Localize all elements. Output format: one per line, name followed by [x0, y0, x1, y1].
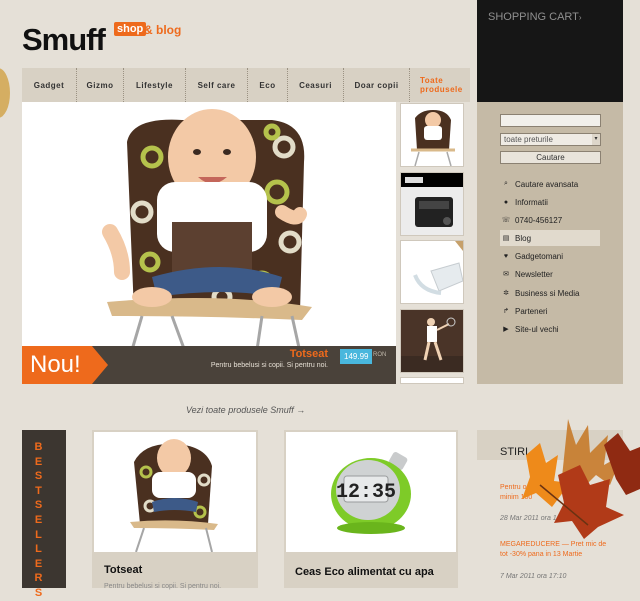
blog-icon: ▤: [502, 235, 510, 242]
featured-product-name[interactable]: Totseat: [240, 348, 328, 360]
featured-currency: RON: [373, 352, 387, 358]
product-card-image-totseat[interactable]: [94, 432, 256, 553]
sidebar-item-cautare-avansata[interactable]: ⌕ Cautare avansata: [500, 176, 600, 192]
sidebar-item-business-media[interactable]: ✲ Business si Media: [500, 285, 600, 301]
heart-icon: ♥: [503, 252, 509, 260]
shop-badge[interactable]: shop: [114, 22, 147, 36]
info-icon: ●: [503, 198, 509, 206]
search-input[interactable]: [500, 114, 601, 127]
all-products-link[interactable]: Vezi toate produsele Smuff →: [186, 405, 305, 415]
featured-product-description: Pentru bebelusi si copii. Si pentru noi.: [210, 362, 328, 369]
thumbnail-totseat[interactable]: [400, 103, 464, 167]
product-card-desc-totseat: Pentru bebelusi si copii. Si pentru noi.: [104, 583, 222, 590]
bestsellers-panel: [22, 430, 66, 588]
product-card-title-totseat[interactable]: Totseat: [104, 564, 142, 576]
new-badge: Nou!: [22, 346, 92, 384]
site-logo[interactable]: Smuff: [22, 22, 106, 58]
nav-item-eco[interactable]: Eco: [248, 68, 288, 102]
magnifier-icon: ⌕: [504, 180, 508, 187]
nav-item-ceasuri[interactable]: Ceasuri: [288, 68, 344, 102]
thumbnail-glass-splash[interactable]: [400, 240, 464, 304]
bestsellers-label: BESTSELLERS: [34, 441, 44, 599]
sidebar-item-informatii[interactable]: ● Informatii: [500, 194, 600, 210]
chevron-down-icon[interactable]: ▾: [592, 134, 600, 145]
autumn-leaves-decoration: [518, 415, 640, 545]
chevron-right-icon: ›: [578, 13, 582, 22]
sidebar-item-blog[interactable]: ▤ Blog: [500, 230, 600, 246]
sidebar-item-site-vechi[interactable]: ▶ Site-ul vechi: [500, 321, 600, 337]
thumbnail-gadget-black[interactable]: [400, 172, 464, 236]
nav-item-gadget[interactable]: Gadget: [22, 68, 77, 102]
news-date-2: 7 Mar 2011 ora 17:10: [500, 573, 567, 580]
featured-price-badge: 149.99: [340, 349, 373, 364]
nav-item-doar-copii[interactable]: Doar copii: [344, 68, 410, 102]
nav-item-lifestyle[interactable]: Lifestyle: [124, 68, 186, 102]
featured-product-image[interactable]: [22, 102, 396, 384]
news-link-2-line2[interactable]: tot -30% pana in 13 Martie: [500, 551, 582, 558]
nav-item-toate-produsele[interactable]: Toate produsele: [410, 68, 470, 102]
blog-link[interactable]: & blog: [144, 23, 181, 37]
sidebar-item-newsletter[interactable]: ✉ Newsletter: [500, 266, 600, 282]
main-nav: Gadget Gizmo Lifestyle Self care Eco Cea…: [22, 68, 470, 102]
mail-icon: ✉: [503, 271, 509, 278]
thumbnail-tennis[interactable]: [400, 309, 464, 373]
share-icon: ↱: [503, 308, 509, 315]
shopping-cart-title[interactable]: SHOPPING CART›: [488, 11, 582, 23]
sidebar-item-phone[interactable]: ☏ 0740-456127: [500, 212, 600, 228]
phone-icon: ☏: [501, 217, 511, 224]
handshake-icon: ✲: [503, 290, 509, 297]
nav-item-self-care[interactable]: Self care: [186, 68, 248, 102]
new-badge-arrow: [92, 346, 108, 384]
search-button[interactable]: Cautare: [500, 151, 601, 164]
thumbnail-more[interactable]: [400, 377, 464, 384]
price-filter-select[interactable]: toate preturile: [500, 133, 601, 146]
play-icon: ▶: [503, 326, 509, 333]
nav-item-gizmo[interactable]: Gizmo: [77, 68, 124, 102]
sidebar-item-gadgetomani[interactable]: ♥ Gadgetomani: [500, 248, 600, 264]
product-card-image-ceas-eco[interactable]: 12:35: [286, 432, 456, 552]
product-card-title-ceas-eco[interactable]: Ceas Eco alimentat cu apa: [295, 566, 434, 578]
autumn-leaf-decoration: [0, 68, 10, 118]
sidebar-item-parteneri[interactable]: ↱ Parteneri: [500, 303, 600, 319]
clock-display-digits: 12:35: [336, 481, 396, 504]
